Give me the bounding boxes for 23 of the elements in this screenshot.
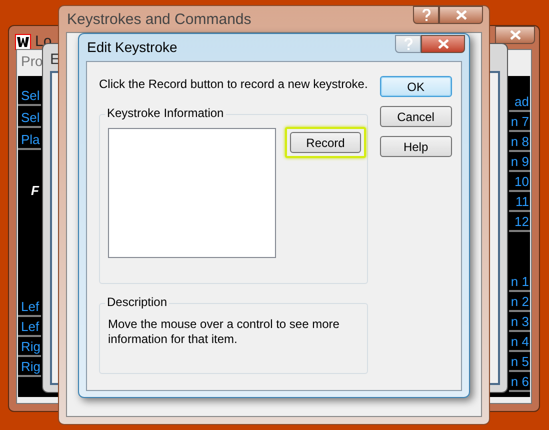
window-title: Keystrokes and Commands: [67, 10, 252, 30]
dialog-title: Edit Keystroke: [87, 38, 178, 57]
app-logo-icon: [15, 34, 31, 50]
dialog-button[interactable]: OK: [380, 76, 452, 97]
dialog-button[interactable]: Help: [380, 136, 452, 157]
close-icon: [456, 10, 466, 20]
panel-heading: F: [31, 184, 40, 197]
question-icon: [404, 38, 412, 50]
instruction-text: Click the Record button to record a new keystroke.: [99, 76, 368, 93]
group-label: Description: [105, 296, 170, 308]
question-icon: [422, 9, 430, 21]
group-label: Keystroke Information: [105, 107, 226, 119]
close-button[interactable]: [495, 26, 535, 44]
help-button[interactable]: [395, 35, 421, 53]
keystroke-list[interactable]: [108, 128, 276, 258]
dialog-button[interactable]: Cancel: [380, 106, 452, 127]
record-button[interactable]: Record: [290, 132, 361, 153]
close-button[interactable]: [421, 35, 465, 53]
close-icon: [510, 30, 520, 40]
close-button[interactable]: [439, 6, 483, 24]
help-button[interactable]: [413, 6, 439, 24]
description-text: Move the mouse over a control to see more information for that item.: [108, 317, 340, 347]
close-icon: [438, 39, 448, 49]
